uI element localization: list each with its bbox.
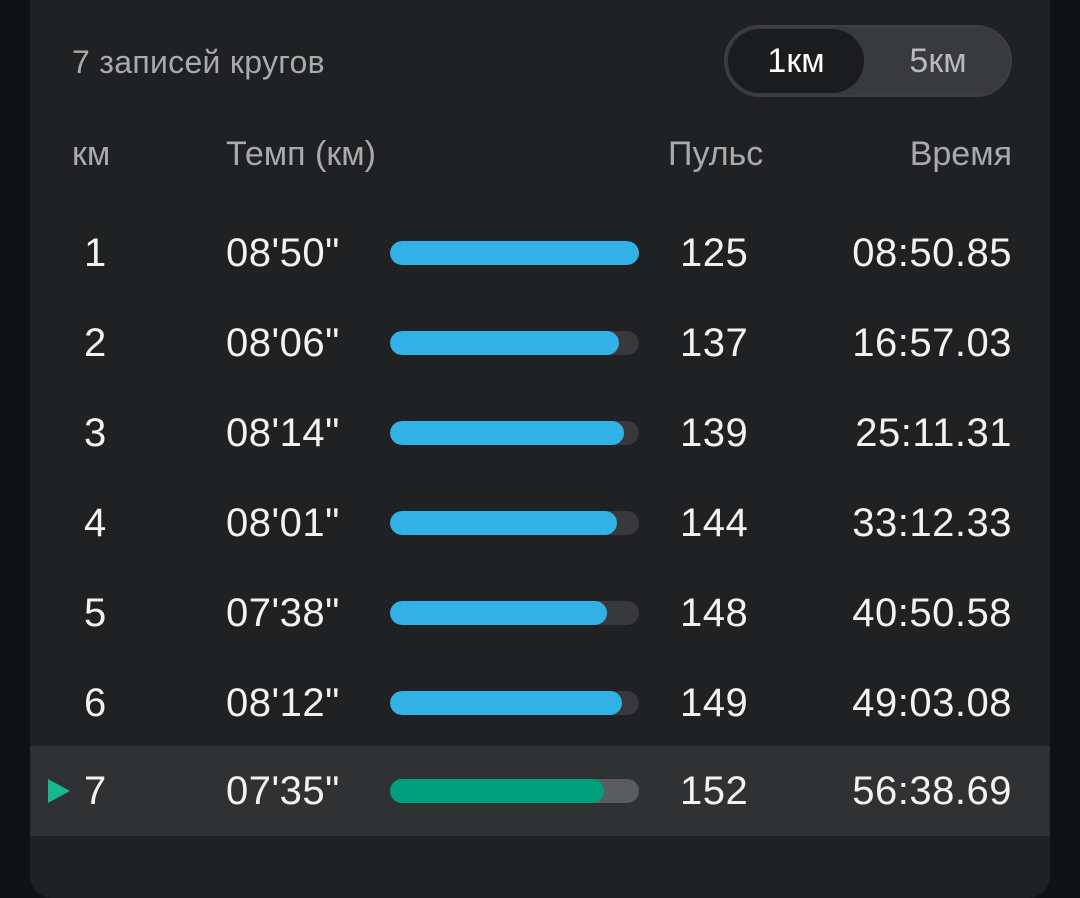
distance-toggle[interactable]: 1км 5км bbox=[724, 25, 1012, 97]
pace-bar-fill bbox=[390, 691, 622, 715]
lap-pace: 07'38" bbox=[226, 591, 340, 635]
lap-km: 1 bbox=[84, 231, 107, 275]
column-header-hr: Пульс bbox=[668, 135, 764, 173]
lap-heart-rate: 152 bbox=[680, 769, 749, 813]
lap-time: 56:38.69 bbox=[852, 769, 1012, 813]
column-header-pace: Темп (км) bbox=[226, 135, 376, 173]
lap-km: 2 bbox=[84, 321, 107, 365]
pace-bar-track bbox=[390, 331, 639, 355]
lap-heart-rate: 137 bbox=[680, 321, 749, 365]
lap-row[interactable]: 2 08'06" 137 16:57.03 bbox=[30, 298, 1050, 388]
lap-pace: 08'14" bbox=[226, 411, 340, 455]
pace-bar-track bbox=[390, 691, 639, 715]
lap-heart-rate: 139 bbox=[680, 411, 749, 455]
pace-bar-track bbox=[390, 601, 639, 625]
lap-time: 16:57.03 bbox=[852, 321, 1012, 365]
pace-bar-track bbox=[390, 241, 639, 265]
lap-heart-rate: 149 bbox=[680, 681, 749, 725]
pace-bar-fill bbox=[390, 331, 620, 355]
lap-records-card: 7 записей кругов 1км 5км км Темп (км) Пу… bbox=[30, 0, 1050, 898]
lap-km: 7 bbox=[84, 769, 107, 813]
lap-row[interactable]: 6 08'12" 149 49:03.08 bbox=[30, 658, 1050, 748]
lap-heart-rate: 125 bbox=[680, 231, 749, 275]
toggle-option-5km[interactable]: 5км bbox=[870, 29, 1006, 93]
lap-row[interactable]: 1 08'50" 125 08:50.85 bbox=[30, 208, 1050, 298]
lap-km: 4 bbox=[84, 501, 107, 545]
play-icon bbox=[48, 779, 70, 803]
pace-bar-fill bbox=[390, 421, 625, 445]
column-header-km: км bbox=[72, 135, 111, 173]
pace-bar-track bbox=[390, 421, 639, 445]
lap-heart-rate: 148 bbox=[680, 591, 749, 635]
lap-count-summary: 7 записей кругов bbox=[72, 44, 325, 80]
lap-row[interactable]: 5 07'38" 148 40:50.58 bbox=[30, 568, 1050, 658]
lap-row-current[interactable]: 7 07'35" 152 56:38.69 bbox=[30, 746, 1050, 836]
pace-bar-track bbox=[390, 779, 639, 803]
lap-km: 6 bbox=[84, 681, 107, 725]
lap-time: 49:03.08 bbox=[852, 681, 1012, 725]
pace-bar-track bbox=[390, 511, 639, 535]
lap-km: 3 bbox=[84, 411, 107, 455]
lap-heart-rate: 144 bbox=[680, 501, 749, 545]
lap-pace: 07'35" bbox=[226, 769, 340, 813]
lap-pace: 08'01" bbox=[226, 501, 340, 545]
lap-pace: 08'50" bbox=[226, 231, 340, 275]
lap-pace: 08'12" bbox=[226, 681, 340, 725]
pace-bar-fill bbox=[390, 511, 617, 535]
lap-row[interactable]: 3 08'14" 139 25:11.31 bbox=[30, 388, 1050, 478]
pace-bar-fill bbox=[390, 601, 607, 625]
toggle-option-1km[interactable]: 1км bbox=[728, 29, 864, 93]
lap-pace: 08'06" bbox=[226, 321, 340, 365]
pace-bar-fill bbox=[390, 779, 605, 803]
lap-time: 40:50.58 bbox=[852, 591, 1012, 635]
lap-time: 33:12.33 bbox=[852, 501, 1012, 545]
lap-row[interactable]: 4 08'01" 144 33:12.33 bbox=[30, 478, 1050, 568]
column-header-time: Время bbox=[909, 135, 1012, 173]
lap-time: 08:50.85 bbox=[852, 231, 1012, 275]
lap-km: 5 bbox=[84, 591, 107, 635]
lap-time: 25:11.31 bbox=[855, 411, 1012, 455]
pace-bar-fill bbox=[390, 241, 639, 265]
